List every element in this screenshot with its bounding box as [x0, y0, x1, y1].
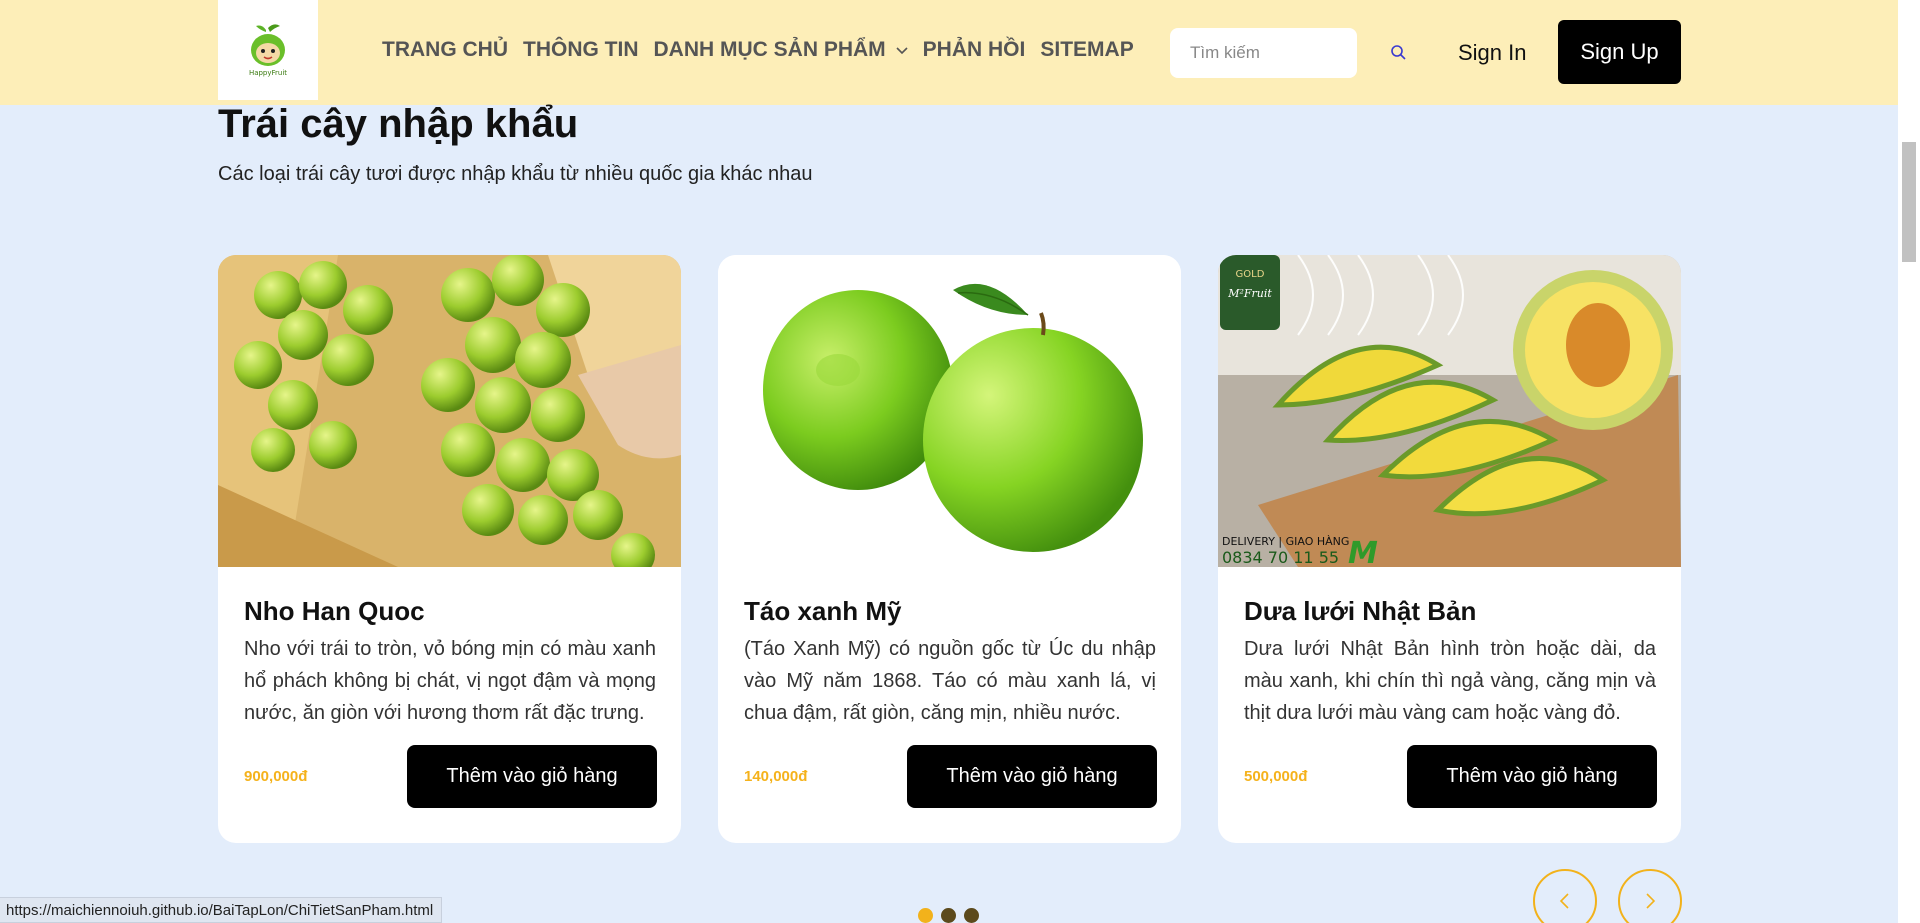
product-card[interactable]: GOLD M²Fruit DELIVERY | GIAO HÀNG 0834 7… — [1218, 255, 1681, 843]
product-card[interactable]: Nho Han Quoc Nho với trái to tròn, vỏ bó… — [218, 255, 681, 843]
melon-delivery-text: DELIVERY | GIAO HÀNG — [1222, 535, 1349, 548]
carousel-dot-3[interactable] — [964, 908, 979, 923]
product-image-melon[interactable]: GOLD M²Fruit DELIVERY | GIAO HÀNG 0834 7… — [1218, 255, 1681, 567]
product-price: 140,000đ — [744, 768, 808, 785]
green-apple-mascot-icon: HappyFruit — [249, 24, 287, 77]
add-to-cart-button[interactable]: Thêm vào giỏ hàng — [907, 745, 1157, 808]
main-nav: TRANG CHỦ THÔNG TIN DANH MỤC SẢN PHẨM PH… — [382, 38, 1149, 62]
product-image-apples[interactable] — [718, 255, 1181, 567]
page-scrollbar-track[interactable] — [1898, 0, 1920, 923]
nav-feedback-label: PHẢN HỒI — [922, 38, 1026, 61]
add-to-cart-button[interactable]: Thêm vào giỏ hàng — [1407, 745, 1657, 808]
melon-badge-text: GOLD — [1236, 269, 1265, 280]
product-name[interactable]: Táo xanh Mỹ — [744, 596, 901, 627]
section-subtitle: Các loại trái cây tươi được nhập khẩu từ… — [218, 163, 813, 185]
search-icon[interactable] — [1388, 42, 1410, 64]
product-description: (Táo Xanh Mỹ) có nguồn gốc từ Úc du nhập… — [744, 638, 1156, 724]
carousel-prev-button[interactable] — [1533, 869, 1597, 923]
chevron-left-icon — [1559, 893, 1569, 909]
green-apples-image — [718, 255, 1181, 567]
site-logo[interactable]: HappyFruit — [218, 0, 318, 100]
browser-status-url: https://maichiennoiuh.github.io/BaiTapLo… — [0, 897, 443, 923]
nav-categories-label: DANH MỤC SẢN PHẨM — [653, 38, 886, 61]
product-name[interactable]: Dưa lưới Nhật Bản — [1244, 596, 1476, 627]
add-to-cart-button[interactable]: Thêm vào giỏ hàng — [407, 745, 657, 808]
nav-item-feedback[interactable]: PHẢN HỒI — [923, 38, 1026, 62]
product-description: Nho với trái to tròn, vỏ bóng mịn có màu… — [244, 638, 656, 724]
product-card[interactable]: Táo xanh Mỹ (Táo Xanh Mỹ) có nguồn gốc t… — [718, 255, 1181, 843]
product-price: 500,000đ — [1244, 768, 1308, 785]
sign-in-link[interactable]: Sign In — [1458, 40, 1527, 66]
logo-text: HappyFruit — [249, 69, 287, 77]
product-price: 900,000đ — [244, 768, 308, 785]
carousel-dots — [918, 908, 979, 923]
product-image-grapes[interactable] — [218, 255, 681, 567]
sign-up-button[interactable]: Sign Up — [1558, 20, 1681, 84]
carousel-dot-1[interactable] — [918, 908, 933, 923]
nav-home-label: TRANG CHỦ — [382, 38, 508, 61]
site-header: HappyFruit TRANG CHỦ THÔNG TIN DANH MỤC … — [0, 0, 1898, 105]
carousel-dot-2[interactable] — [941, 908, 956, 923]
product-name[interactable]: Nho Han Quoc — [244, 596, 425, 627]
melon-image: GOLD M²Fruit DELIVERY | GIAO HÀNG 0834 7… — [1218, 255, 1681, 567]
carousel-next-button[interactable] — [1618, 869, 1682, 923]
grapes-image — [218, 255, 681, 567]
melon-logo-text: M — [1348, 536, 1378, 567]
nav-item-info[interactable]: THÔNG TIN — [523, 38, 639, 62]
section-title: Trái cây nhập khẩu — [218, 102, 579, 146]
nav-item-categories[interactable]: DANH MỤC SẢN PHẨM — [654, 38, 908, 62]
product-description: Dưa lưới Nhật Bản hình tròn hoặc dài, da… — [1244, 638, 1656, 724]
melon-brand-text: M²Fruit — [1227, 287, 1272, 300]
nav-info-label: THÔNG TIN — [523, 38, 639, 61]
nav-item-sitemap[interactable]: SITEMAP — [1040, 38, 1133, 62]
search-input[interactable] — [1170, 28, 1357, 78]
nav-sitemap-label: SITEMAP — [1040, 38, 1134, 61]
page-scrollbar-thumb[interactable] — [1902, 142, 1916, 262]
nav-item-home[interactable]: TRANG CHỦ — [382, 38, 508, 62]
melon-phone-text: 0834 70 11 55 — [1222, 548, 1339, 567]
chevron-right-icon — [1646, 893, 1656, 909]
chevron-down-icon — [896, 47, 908, 55]
